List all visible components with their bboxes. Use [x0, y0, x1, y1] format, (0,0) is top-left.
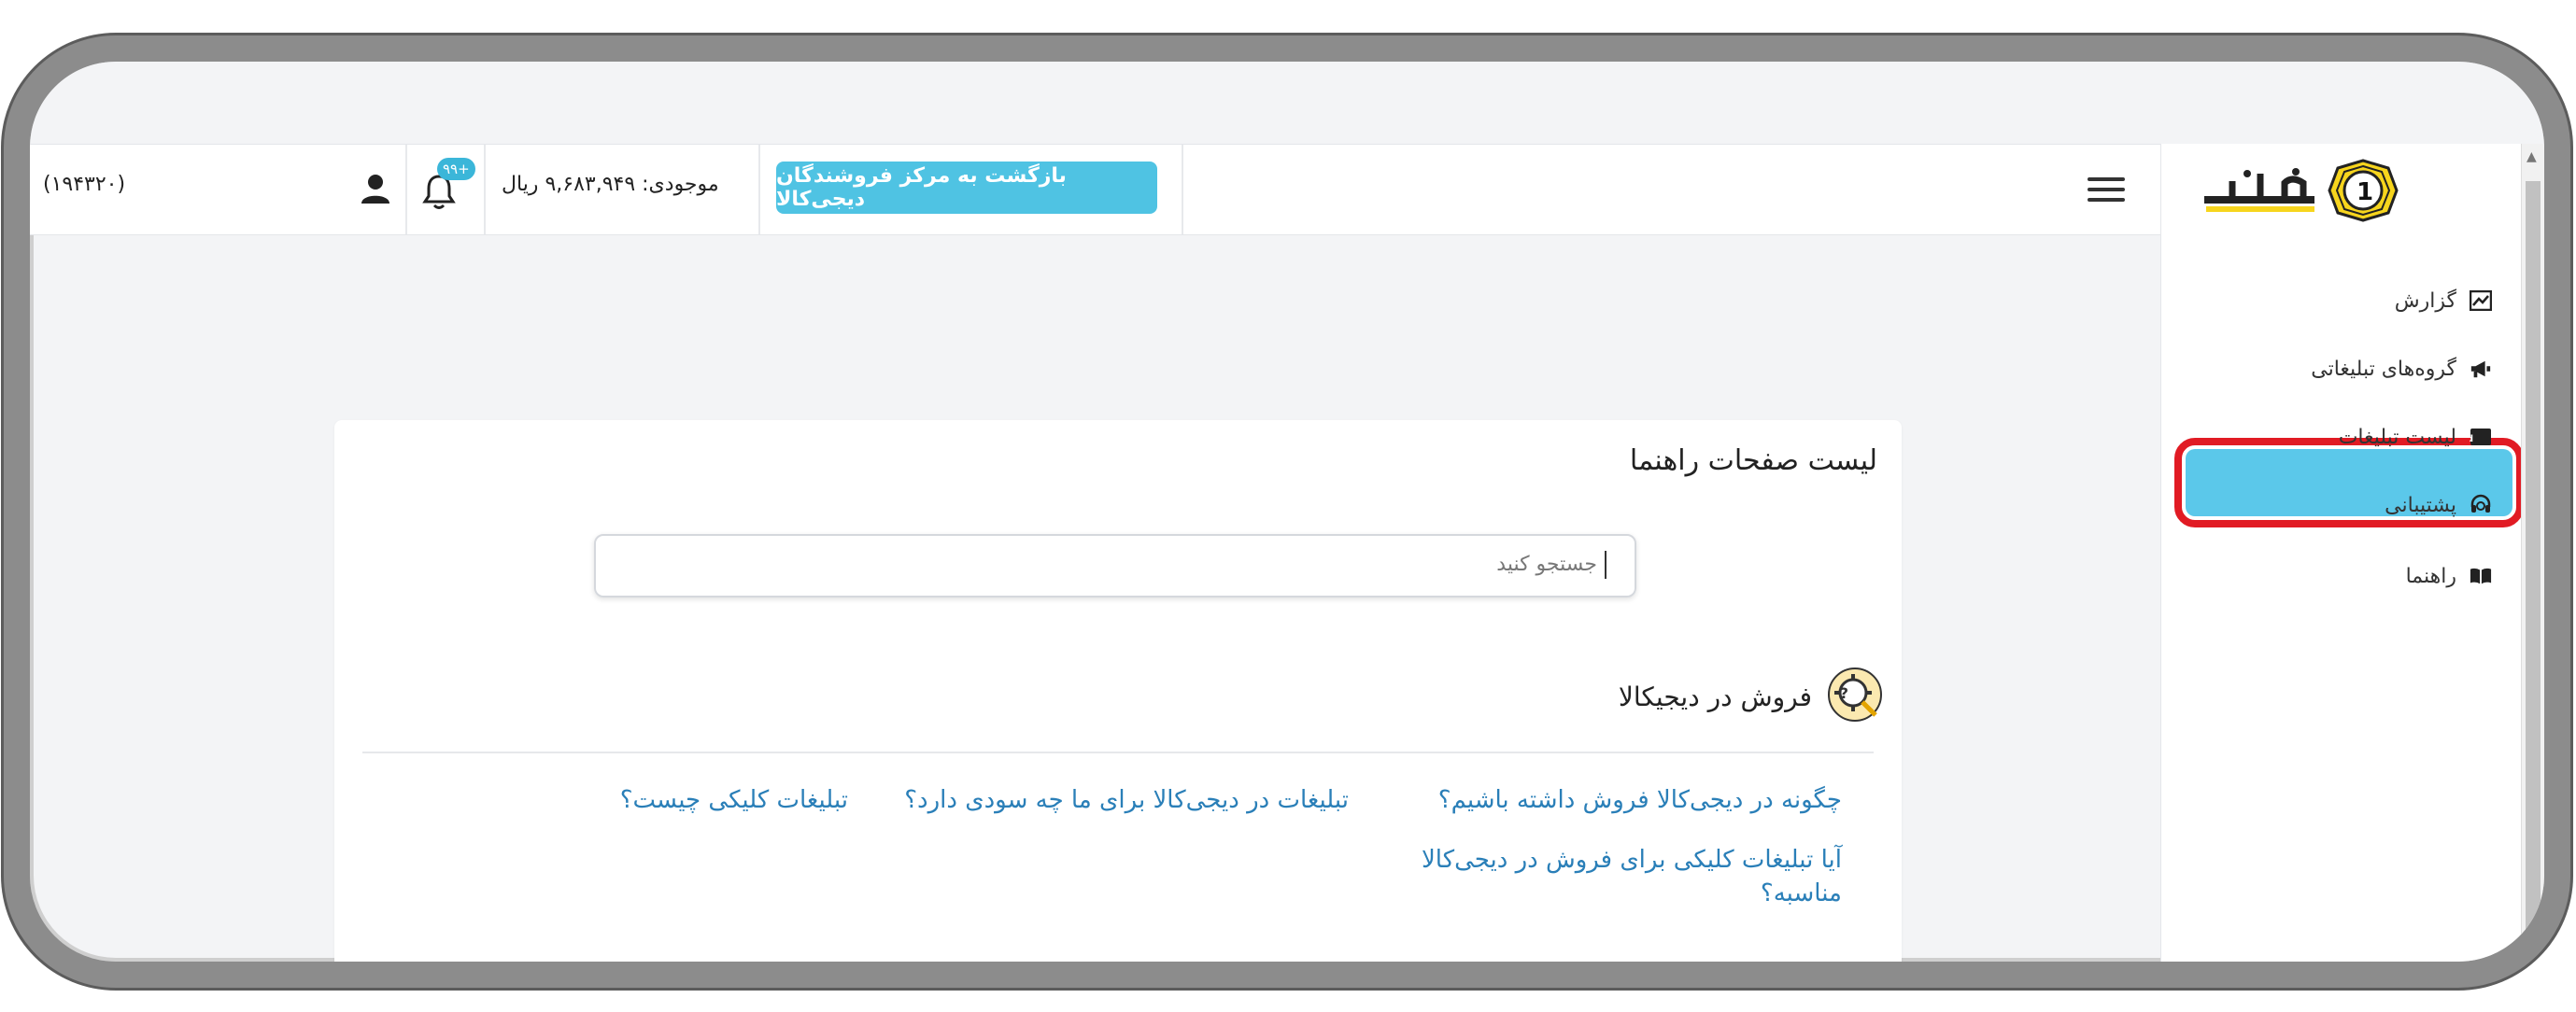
- svg-text:1: 1: [2357, 178, 2373, 206]
- section-divider: [362, 752, 1874, 753]
- sidebar: 1 گزارش گروه‌های تبلیغات: [2160, 144, 2526, 962]
- sidebar-item-label: پشتیبانی: [2385, 493, 2456, 517]
- guide-link[interactable]: آیا تبلیغات کلیکی برای فروش در دیجی‌کالا: [1422, 846, 1842, 874]
- megaphone-icon: [2470, 358, 2492, 380]
- guide-link[interactable]: تبلیغات در دیجی‌کالا برای ما چه سودی دار…: [904, 786, 1349, 814]
- notification-bell-icon[interactable]: ۹۹+: [415, 158, 475, 216]
- sidebar-item-report[interactable]: گزارش: [2395, 282, 2492, 319]
- guide-link[interactable]: تبلیغات کلیکی چیست؟: [620, 786, 848, 814]
- hamburger-menu-icon[interactable]: [2088, 171, 2125, 208]
- sidebar-item-label: گروه‌های تبلیغاتی: [2311, 357, 2456, 381]
- sidebar-item-ad-groups[interactable]: گروه‌های تبلیغاتی: [2311, 350, 2492, 387]
- guide-pages-card: لیست صفحات راهنما جستجو کنید ? فروش در د…: [334, 420, 1902, 962]
- sidebar-item-support[interactable]: پشتیبانی: [2385, 486, 2492, 524]
- ad-icon: Ad: [2470, 426, 2492, 448]
- scroll-up-arrow-icon[interactable]: ▲: [2526, 149, 2537, 164]
- book-icon: [2470, 565, 2492, 587]
- section-header: ? فروش در دیجیکالا: [1619, 665, 1885, 728]
- section-title: فروش در دیجیکالا: [1618, 681, 1812, 712]
- sidebar-item-ads-list[interactable]: Ad لیست تبلیغات: [2339, 418, 2492, 456]
- notification-badge: ۹۹+: [437, 158, 475, 180]
- balance-text: موجودی: ۹,۶۸۳,۹۴۹ ریال: [502, 173, 719, 196]
- browser-top-area: [30, 62, 2544, 144]
- sidebar-item-label: گزارش: [2394, 288, 2456, 313]
- vertical-scrollbar[interactable]: ▲: [2521, 144, 2544, 962]
- sidebar-item-label: لیست تبلیغات: [2338, 425, 2456, 449]
- svg-text:?: ?: [1840, 684, 1848, 702]
- chart-icon: [2470, 289, 2492, 312]
- svg-text:Ad: Ad: [2470, 434, 2473, 444]
- text-caret: [1605, 551, 1606, 579]
- search-placeholder: جستجو کنید: [1496, 553, 1597, 576]
- scrollbar-thumb[interactable]: [2526, 181, 2541, 962]
- yekta-logo: 1: [2195, 153, 2419, 228]
- guide-link-continuation[interactable]: مناسبه؟: [1761, 879, 1842, 907]
- sidebar-item-label: راهنما: [2405, 564, 2456, 588]
- user-icon[interactable]: [352, 165, 399, 212]
- sidebar-item-guide[interactable]: راهنما: [2406, 557, 2492, 595]
- back-to-seller-center-button[interactable]: بازگشت به مرکز فروشندگان دیجی‌کالا: [776, 162, 1157, 214]
- page-title: لیست صفحات راهنما: [1629, 444, 1877, 477]
- search-input[interactable]: جستجو کنید: [594, 534, 1636, 597]
- gear-question-icon: ?: [1825, 665, 1885, 728]
- guide-link[interactable]: چگونه در دیجی‌کالا فروش داشته باشیم؟: [1438, 786, 1842, 814]
- device-frame: (۱۹۴۳۲۰) ۹۹+ موجودی: ۹,۶۸۳,۹۴۹ ریال بازگ…: [4, 35, 2570, 988]
- headset-icon: [2470, 494, 2492, 516]
- seller-code: (۱۹۴۳۲۰): [43, 173, 126, 196]
